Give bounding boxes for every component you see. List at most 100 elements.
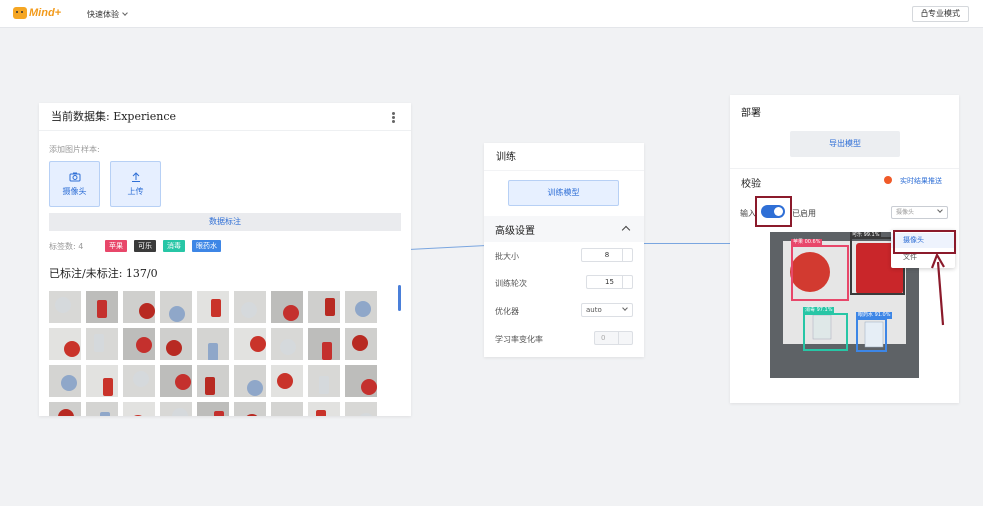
batch-size-label: 批大小: [495, 252, 519, 261]
stepper-icon[interactable]: [618, 332, 632, 344]
thumbnail-object: [166, 340, 182, 356]
thumbnail-object: [283, 305, 299, 321]
thumbnail-object: [175, 374, 191, 390]
thumbnail-object: [241, 302, 257, 318]
sample-thumbnail[interactable]: [308, 291, 340, 323]
highlight-box-toggle: [755, 196, 792, 227]
sample-thumbnail[interactable]: [86, 402, 118, 416]
optimizer-select[interactable]: auto: [581, 303, 633, 317]
tag-apple[interactable]: 苹果: [105, 240, 127, 252]
mindplus-logo[interactable]: Mind+: [13, 7, 61, 19]
sample-thumbnail[interactable]: [345, 328, 377, 360]
tag-cola[interactable]: 可乐: [134, 240, 156, 252]
thumbnail-object: [244, 414, 260, 416]
lock-icon: [921, 9, 928, 17]
annotate-button[interactable]: 数据标注: [49, 213, 401, 231]
chevron-up-icon: [621, 225, 631, 235]
sample-thumbnail[interactable]: [308, 365, 340, 397]
thumbnail-object: [355, 301, 371, 317]
thumbnail-object: [247, 380, 263, 396]
upload-button[interactable]: 上传: [110, 161, 161, 207]
sample-thumbnail[interactable]: [123, 291, 155, 323]
sample-thumbnail[interactable]: [345, 291, 377, 323]
logo-text: Mind+: [29, 7, 62, 19]
sample-thumbnail[interactable]: [123, 365, 155, 397]
thumbnail-object: [358, 413, 374, 416]
sample-thumbnail[interactable]: [345, 402, 377, 416]
train-model-button[interactable]: 训练模型: [508, 180, 619, 206]
pro-mode-button[interactable]: 专业模式: [912, 6, 969, 22]
sample-thumbnail[interactable]: [160, 365, 192, 397]
tag-count: 标签数: 4: [49, 242, 84, 251]
thumbnail-object: [319, 376, 329, 394]
thumbnail-object: [322, 342, 332, 360]
sample-thumbnail[interactable]: [160, 291, 192, 323]
sample-thumbnail[interactable]: [49, 402, 81, 416]
input-label: 输入: [740, 209, 756, 218]
thumbnail-object: [136, 337, 152, 353]
upload-label: 上传: [127, 187, 144, 196]
sample-thumbnail[interactable]: [49, 365, 81, 397]
thumbnail-object: [325, 298, 335, 316]
sample-thumbnail[interactable]: [234, 291, 266, 323]
sample-thumbnail[interactable]: [308, 328, 340, 360]
dataset-title: 当前数据集: Experience: [39, 103, 411, 131]
realtime-push-link[interactable]: 实时结果推送: [900, 176, 942, 186]
sample-thumbnail[interactable]: [234, 328, 266, 360]
detection-label-eye-drops: 眼药水 91.0%: [856, 312, 893, 319]
dataset-scrollbar[interactable]: [398, 285, 401, 311]
export-model-button[interactable]: 导出模型: [790, 131, 900, 157]
camera-label: 摄像头: [62, 187, 87, 196]
detection-box-apple: [791, 245, 849, 301]
sample-thumbnail[interactable]: [197, 328, 229, 360]
sample-grid: [49, 291, 377, 416]
lr-input[interactable]: 0: [594, 331, 633, 345]
sample-thumbnail[interactable]: [308, 402, 340, 416]
sample-thumbnail[interactable]: [197, 291, 229, 323]
sample-thumbnail[interactable]: [123, 402, 155, 416]
sample-thumbnail[interactable]: [234, 365, 266, 397]
quick-experience-menu[interactable]: 快速体验: [87, 9, 128, 20]
menu-label: 快速体验: [87, 10, 119, 19]
sample-thumbnail[interactable]: [49, 291, 81, 323]
sample-thumbnail[interactable]: [271, 365, 303, 397]
sample-thumbnail[interactable]: [86, 291, 118, 323]
sample-thumbnail[interactable]: [160, 328, 192, 360]
sample-thumbnail[interactable]: [271, 328, 303, 360]
stepper-icon[interactable]: [622, 249, 632, 261]
chevron-down-icon: [937, 207, 943, 213]
sample-thumbnail[interactable]: [86, 365, 118, 397]
batch-size-value: 8: [604, 251, 610, 259]
more-options-icon[interactable]: [392, 112, 395, 115]
thumbnail-object: [61, 375, 77, 391]
epochs-input[interactable]: 15: [586, 275, 633, 289]
detection-box-eye-drops: [856, 318, 887, 352]
upload-icon: [131, 172, 140, 182]
batch-size-input[interactable]: 8: [581, 248, 633, 262]
sample-thumbnail[interactable]: [197, 365, 229, 397]
stepper-icon[interactable]: [622, 276, 632, 288]
thumbnail-object: [280, 339, 296, 355]
detection-label-apple: 苹果 00.6%: [791, 239, 823, 246]
sample-thumbnail[interactable]: [271, 402, 303, 416]
camera-button[interactable]: 摄像头: [49, 161, 100, 207]
add-samples-label: 添加图片样本:: [49, 145, 100, 154]
sample-thumbnail[interactable]: [234, 402, 266, 416]
input-source-select[interactable]: 摄像头: [891, 206, 948, 219]
advanced-settings-header[interactable]: 高级设置: [484, 216, 644, 242]
sample-thumbnail[interactable]: [123, 328, 155, 360]
connector-train-deploy: [644, 243, 730, 244]
thumbnail-object: [316, 410, 326, 416]
tag-eye-drops[interactable]: 眼药水: [192, 240, 221, 252]
pro-mode-label: 专业模式: [928, 9, 960, 18]
sample-thumbnail[interactable]: [49, 328, 81, 360]
camera-icon: [69, 172, 80, 182]
sample-thumbnail[interactable]: [197, 402, 229, 416]
sample-thumbnail[interactable]: [160, 402, 192, 416]
sample-thumbnail[interactable]: [271, 291, 303, 323]
sample-thumbnail[interactable]: [345, 365, 377, 397]
tag-sanitizer[interactable]: 消毒: [163, 240, 185, 252]
sample-thumbnail[interactable]: [86, 328, 118, 360]
chevron-down-icon: [622, 305, 628, 311]
thumbnail-object: [277, 373, 293, 389]
